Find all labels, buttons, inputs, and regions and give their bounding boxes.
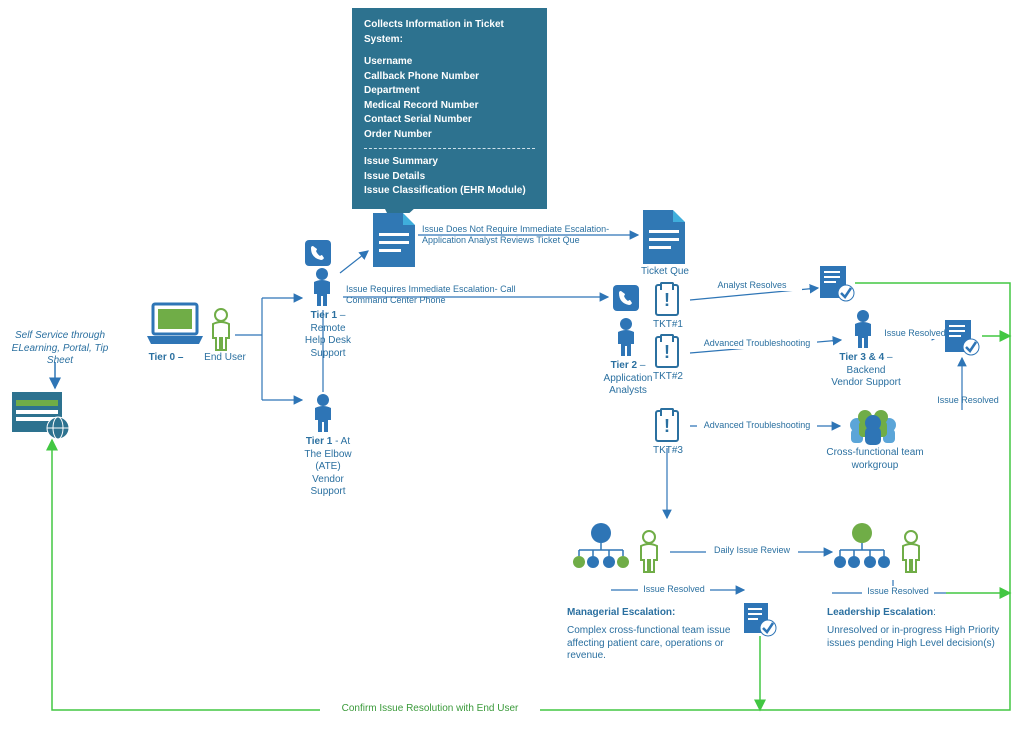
tier1-ate-label: Tier 1 - At The Elbow (ATE) Vendor Suppo… — [300, 436, 356, 499]
callout-title: Collects Information in Ticket System: — [364, 18, 535, 47]
confirm-label: Confirm Issue Resolution with End User — [320, 703, 540, 716]
ticket-icon: ! — [655, 284, 679, 316]
callout-field: Contact Serial Number — [364, 113, 535, 128]
laptop-icon — [145, 302, 205, 349]
leadership-desc: Unresolved or in-progress High Priority … — [827, 625, 1007, 650]
tier34-label: Tier 3 & 4 – Backend Vendor Support — [830, 352, 902, 390]
callout-field: Medical Record Number — [364, 99, 535, 114]
leadership-title: Leadership Escalation: — [827, 607, 997, 620]
person-outline-icon — [898, 530, 924, 577]
callout-field: Username — [364, 55, 535, 70]
callout-field: Order Number — [364, 128, 535, 143]
ticket-icon: ! — [655, 336, 679, 368]
portal-icon — [12, 392, 72, 443]
tkt-label: TKT#1 — [649, 319, 687, 332]
tier1-remote-label: Tier 1 – Remote Help Desk Support — [300, 310, 356, 360]
document-check-icon — [820, 266, 856, 305]
managerial-title: Managerial Escalation: — [567, 607, 727, 620]
edge-label: Issue Requires Immediate Escalation- Cal… — [346, 284, 534, 307]
phone-icon — [305, 240, 331, 269]
self-service-label: Self Service through ELearning, Portal, … — [10, 330, 110, 368]
edge-label: Issue Resolved — [638, 584, 710, 595]
edge-label: Advanced Troubleshooting — [697, 420, 817, 431]
person-outline-icon — [636, 530, 662, 577]
edge-label: Issue Does Not Require Immediate Escalat… — [422, 224, 632, 247]
edge-label: Daily Issue Review — [706, 545, 798, 556]
tkt-label: TKT#3 — [649, 445, 687, 458]
person-icon — [614, 318, 638, 361]
edge-label: Issue Resolved — [862, 586, 934, 597]
person-icon — [851, 310, 875, 353]
edge-label: Issue Resolved — [879, 328, 951, 339]
end-user-label: End User — [200, 352, 250, 365]
callout-field: Department — [364, 84, 535, 99]
managerial-desc: Complex cross-functional team issue affe… — [567, 625, 747, 663]
callout-field: Issue Classification (EHR Module) — [364, 184, 535, 199]
org-chart-icon — [571, 522, 631, 573]
ticket-icon: ! — [655, 410, 679, 442]
document-check-icon — [744, 603, 778, 640]
person-icon — [311, 394, 335, 437]
cross-func-label: Cross-functional team workgroup — [820, 447, 930, 472]
person-outline-icon — [208, 308, 234, 355]
edge-label: Issue Resolved — [935, 395, 1001, 406]
ticket-que-label: Ticket Que — [635, 266, 695, 279]
document-icon — [643, 210, 685, 264]
document-icon — [373, 213, 415, 267]
callout-field: Callback Phone Number — [364, 70, 535, 85]
team-icon — [843, 405, 903, 448]
org-chart-icon — [832, 522, 892, 573]
callout-field: Issue Summary — [364, 155, 535, 170]
tkt-label: TKT#2 — [649, 371, 687, 384]
tier0-label: Tier 0 – — [142, 352, 190, 365]
person-icon — [310, 268, 334, 311]
phone-icon — [613, 285, 639, 314]
document-check-icon — [945, 320, 981, 359]
edge-label: Analyst Resolves — [702, 280, 802, 291]
edge-label: Advanced Troubleshooting — [697, 338, 817, 349]
ticket-info-callout: Collects Information in Ticket System: U… — [352, 8, 547, 209]
callout-field: Issue Details — [364, 170, 535, 185]
